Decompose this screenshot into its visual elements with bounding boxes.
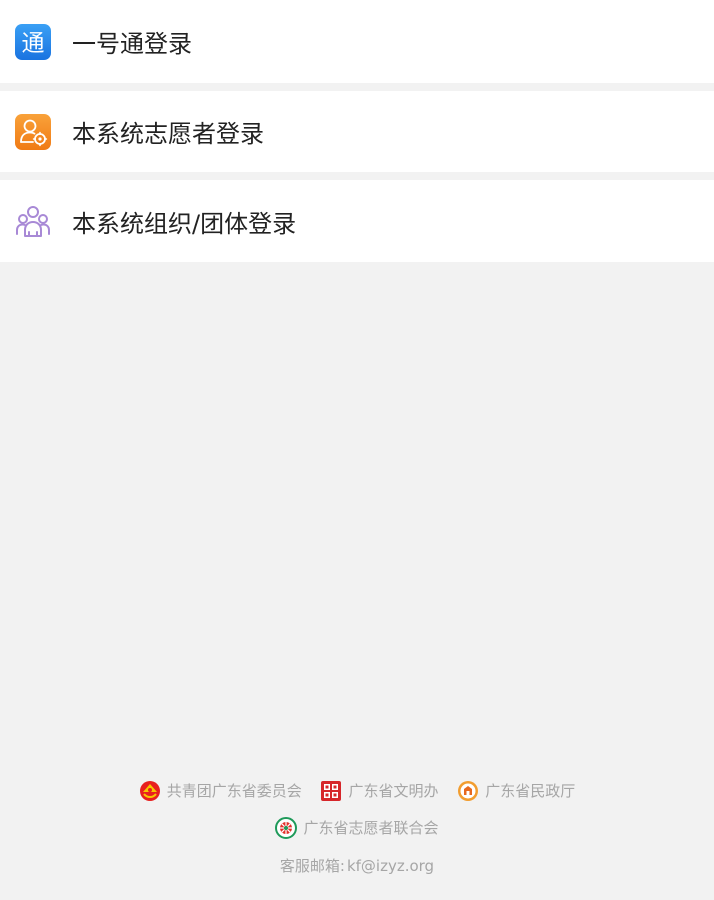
login-option-label: 本系统组织/团体登录 [72, 209, 297, 238]
civil-affairs-emblem-icon [457, 780, 479, 802]
volunteer-federation-icon [275, 817, 298, 839]
volunteer-user-icon [15, 113, 51, 150]
org-volunteer-federation[interactable]: 广东省志愿者联合会 [275, 816, 439, 840]
group-icon [15, 203, 51, 239]
org-name: 广东省志愿者联合会 [303, 819, 439, 837]
login-page: 通 一号通登录 本系统志愿者登录 本系统组织/团体登录 共青团广东省委员会 广东… [0, 0, 714, 900]
contact-label: 客服邮箱: [279, 857, 345, 875]
org-name: 广东省民政厅 [485, 782, 576, 800]
org-name: 广东省文明办 [348, 782, 439, 800]
login-option-label: 本系统志愿者登录 [72, 120, 264, 148]
login-option-volunteer[interactable]: 本系统志愿者登录 [0, 91, 714, 172]
contact-email-link[interactable]: kf@izyz.org [347, 857, 434, 875]
tong-icon: 通 [15, 23, 51, 60]
org-youth-league[interactable]: 共青团广东省委员会 [139, 779, 302, 803]
footer-contact: 客服邮箱: kf@izyz.org [0, 855, 714, 879]
org-name: 共青团广东省委员会 [166, 782, 302, 800]
civilization-office-icon [320, 780, 342, 802]
org-civil-affairs[interactable]: 广东省民政厅 [457, 779, 575, 803]
contact-info: 客服邮箱: kf@izyz.org [280, 855, 434, 876]
youth-league-emblem-icon [139, 780, 161, 802]
footer-orgs-row: 广东省志愿者联合会 [0, 816, 714, 842]
login-option-one-account[interactable]: 通 一号通登录 [0, 0, 714, 83]
footer-orgs-row: 共青团广东省委员会 广东省文明办 广东省民政厅 [0, 779, 714, 805]
login-option-organization[interactable]: 本系统组织/团体登录 [0, 180, 714, 262]
org-civilization-office[interactable]: 广东省文明办 [320, 779, 439, 803]
tong-glyph: 通 [22, 30, 45, 56]
login-option-label: 一号通登录 [72, 30, 192, 58]
